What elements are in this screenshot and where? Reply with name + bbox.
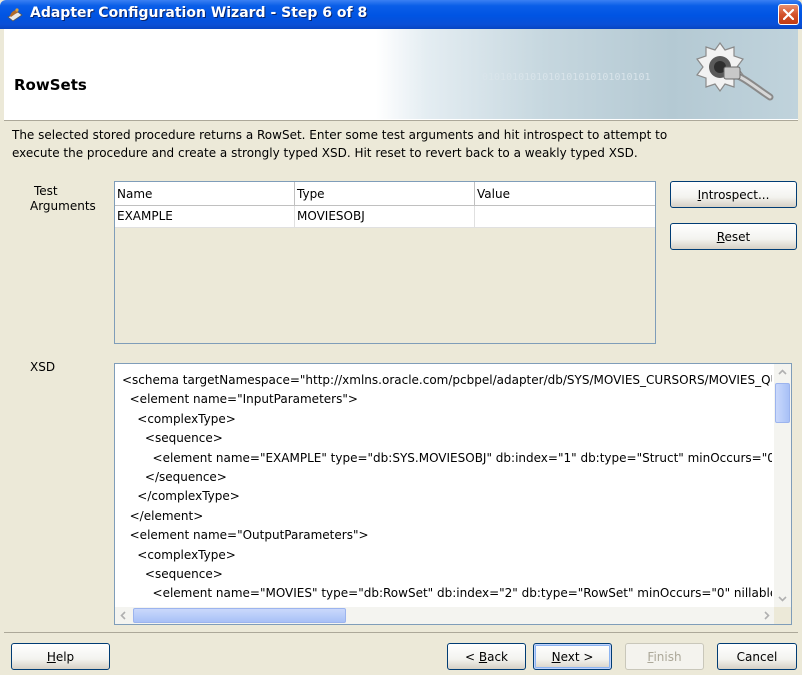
cell-type[interactable]: MOVIESOBJ bbox=[295, 206, 475, 228]
xsd-line: <sequence> bbox=[122, 431, 223, 446]
introspect-label: ntrospect... bbox=[701, 188, 770, 202]
vertical-scroll-thumb[interactable] bbox=[775, 383, 790, 423]
adapter-plug-icon bbox=[686, 37, 776, 112]
horizontal-scroll-thumb[interactable] bbox=[133, 608, 346, 623]
cancel-button[interactable]: Cancel bbox=[717, 643, 797, 670]
xsd-line: <element name="EXAMPLE" type="db:SYS.MOV… bbox=[152, 450, 772, 465]
horizontal-scrollbar[interactable] bbox=[115, 607, 775, 624]
next-button[interactable]: Next > bbox=[533, 643, 612, 670]
column-header-name[interactable]: Name bbox=[115, 182, 295, 206]
back-mnemonic: B bbox=[478, 650, 488, 664]
back-prefix: < bbox=[464, 650, 479, 664]
scroll-right-button[interactable] bbox=[758, 607, 775, 624]
help-button[interactable]: Help bbox=[11, 643, 110, 670]
chevron-right-icon bbox=[764, 611, 770, 620]
back-label: ack bbox=[487, 650, 508, 664]
cell-value[interactable] bbox=[475, 206, 655, 228]
xsd-line: </element> bbox=[122, 508, 204, 523]
title-bar[interactable]: Adapter Configuration Wizard - Step 6 of… bbox=[0, 0, 802, 29]
scroll-up-button[interactable] bbox=[774, 364, 791, 381]
next-mnemonic: N bbox=[551, 650, 561, 664]
close-button[interactable] bbox=[778, 4, 799, 25]
wizard-header: 0101010101010101010101010101 RowSets bbox=[4, 29, 798, 120]
chevron-left-icon bbox=[120, 611, 126, 620]
reset-mnemonic: R bbox=[716, 230, 725, 244]
scroll-corner bbox=[774, 607, 791, 624]
xsd-textarea[interactable]: <schema targetNamespace="http://xmlns.or… bbox=[114, 363, 792, 625]
finish-label: inish bbox=[653, 650, 682, 664]
column-header-value[interactable]: Value bbox=[475, 182, 655, 206]
finish-button: Finish bbox=[625, 643, 704, 670]
xsd-line: </sequence> bbox=[122, 469, 227, 484]
scroll-left-button[interactable] bbox=[115, 607, 132, 624]
xsd-line: <element name="MOVIES" type="db:RowSet" … bbox=[122, 586, 772, 601]
table-header: Name Type Value bbox=[115, 182, 655, 206]
oracle-jdev-icon bbox=[6, 6, 24, 24]
window-title: Adapter Configuration Wizard - Step 6 of… bbox=[30, 5, 368, 21]
scroll-down-button[interactable] bbox=[774, 590, 791, 607]
page-title: RowSets bbox=[14, 76, 87, 94]
chevron-down-icon bbox=[778, 596, 787, 602]
xsd-line: <schema targetNamespace="http://xmlns.or… bbox=[122, 373, 772, 387]
reset-button[interactable]: Reset bbox=[670, 223, 797, 250]
chevron-up-icon bbox=[778, 369, 787, 375]
next-label: ext > bbox=[560, 650, 594, 664]
vertical-scrollbar[interactable] bbox=[774, 364, 791, 607]
xsd-line: <sequence> bbox=[122, 566, 223, 581]
xsd-line: <complexType> bbox=[122, 547, 236, 562]
column-header-type[interactable]: Type bbox=[295, 182, 475, 206]
description: The selected stored procedure returns a … bbox=[12, 126, 792, 162]
table-row[interactable]: EXAMPLE MOVIESOBJ bbox=[115, 206, 655, 228]
description-line-2: execute the procedure and create a stron… bbox=[12, 146, 638, 160]
xsd-label: XSD bbox=[30, 360, 56, 374]
test-arguments-label-line2: Arguments bbox=[30, 199, 96, 213]
header-divider bbox=[4, 120, 798, 121]
xsd-content[interactable]: <schema targetNamespace="http://xmlns.or… bbox=[122, 371, 772, 603]
description-line-1: The selected stored procedure returns a … bbox=[12, 128, 668, 142]
reset-label: eset bbox=[724, 230, 751, 244]
footer-divider bbox=[4, 632, 798, 633]
xsd-line: <element name="InputParameters"> bbox=[122, 392, 358, 407]
xsd-line: <complexType> bbox=[122, 411, 236, 426]
close-icon bbox=[783, 9, 794, 20]
cell-name[interactable]: EXAMPLE bbox=[115, 206, 295, 228]
binary-watermark: 0101010101010101010101010101 bbox=[482, 72, 651, 83]
test-arguments-table[interactable]: Name Type Value EXAMPLE MOVIESOBJ bbox=[114, 181, 656, 344]
test-arguments-label-line1: Test bbox=[34, 184, 58, 198]
xsd-line: <element name="OutputParameters"> bbox=[122, 528, 369, 543]
test-arguments-label: Test Arguments bbox=[30, 184, 96, 214]
introspect-button[interactable]: Introspect... bbox=[670, 181, 797, 208]
back-button[interactable]: < Back bbox=[447, 643, 526, 670]
xsd-line: </complexType> bbox=[122, 489, 240, 504]
help-label: elp bbox=[55, 650, 75, 664]
help-mnemonic: H bbox=[46, 650, 56, 664]
